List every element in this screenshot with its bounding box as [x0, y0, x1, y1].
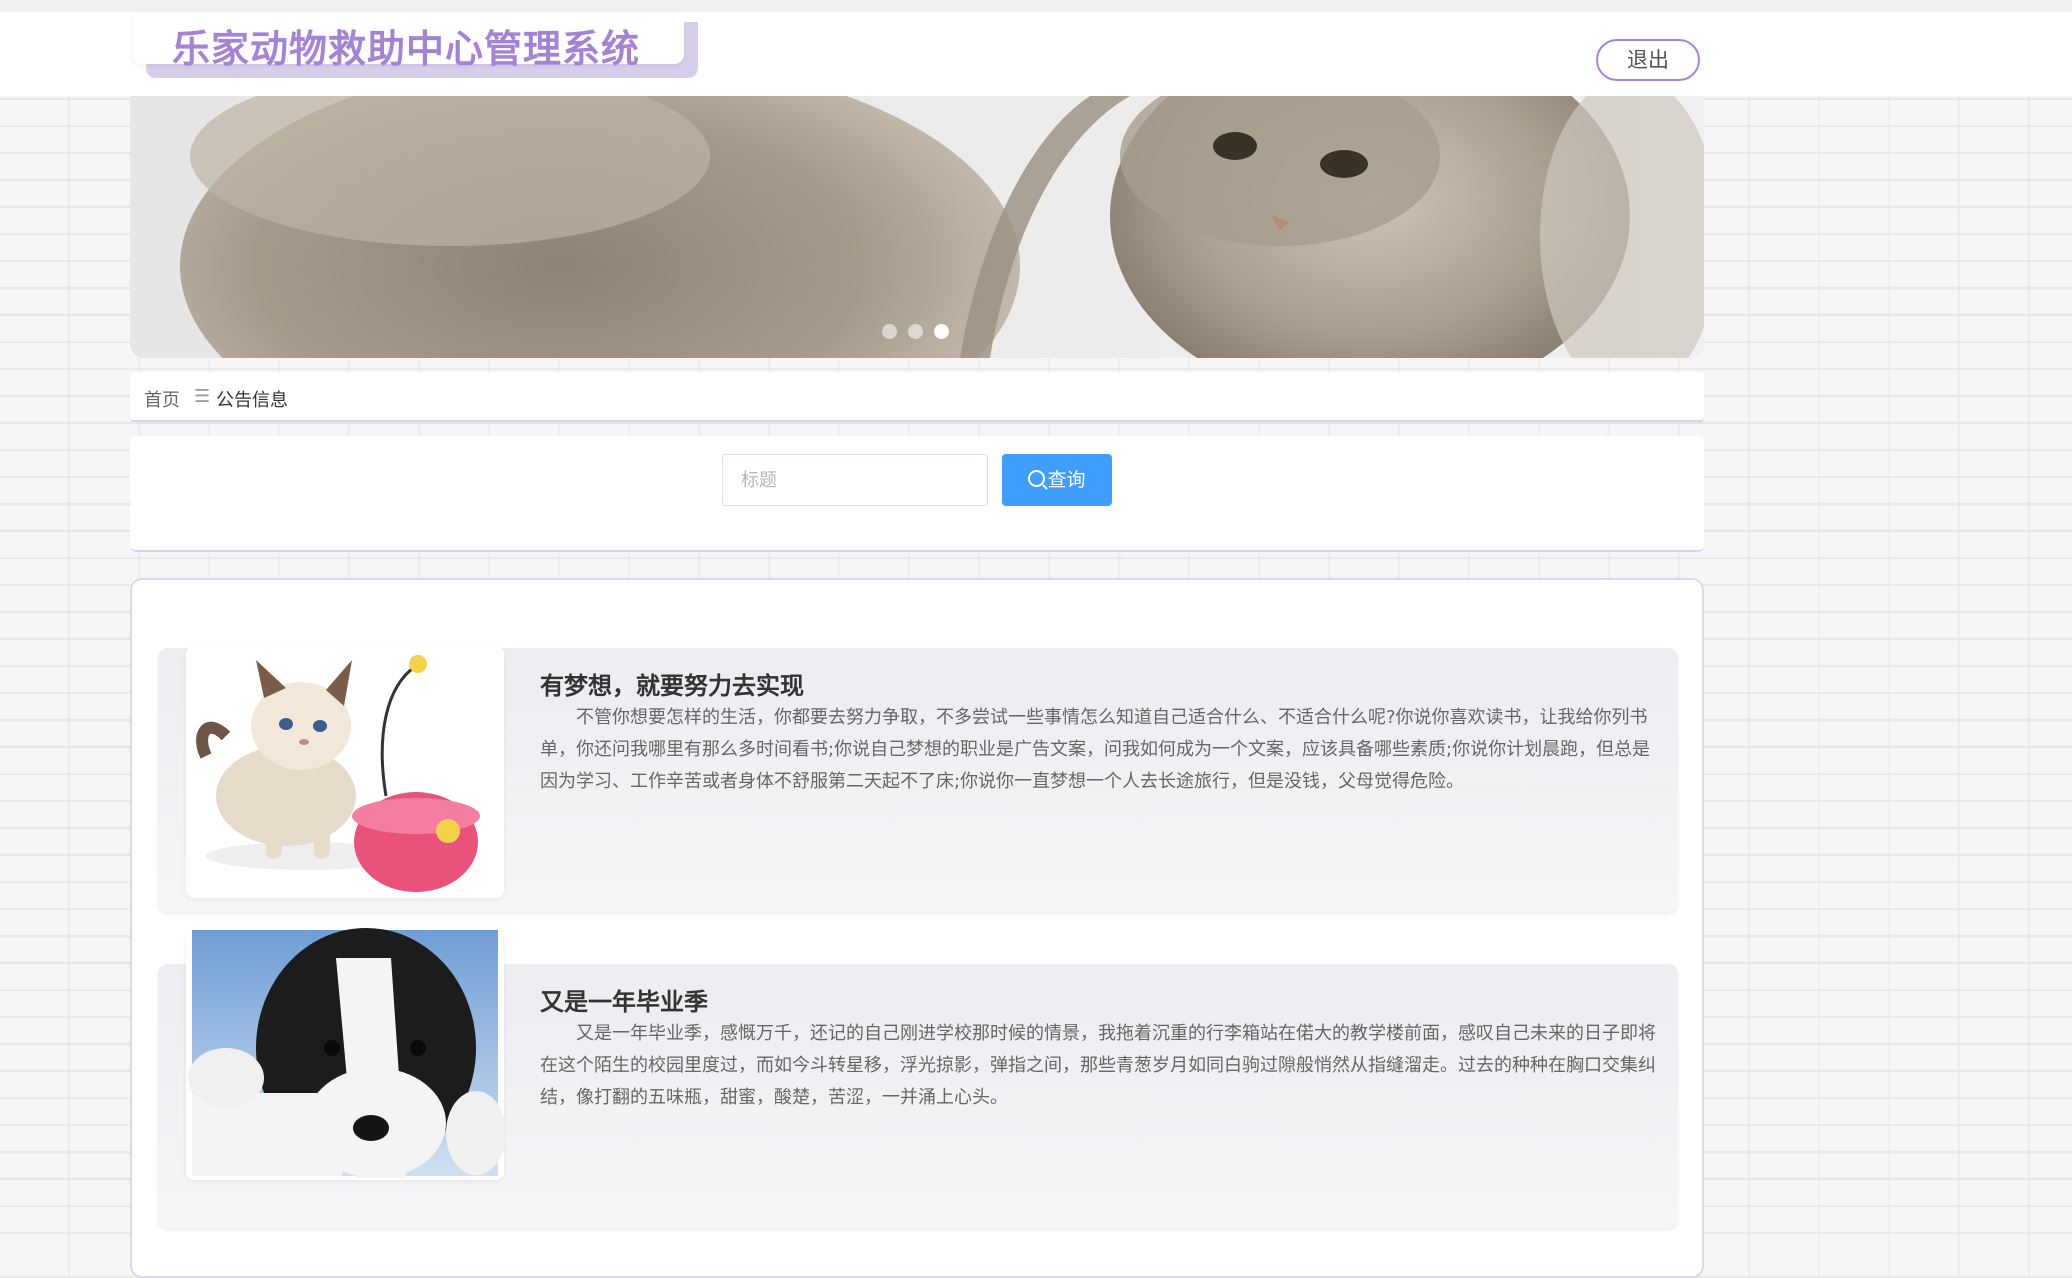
notice-item[interactable]: 有梦想，就要努力去实现 不管你想要怎样的生活，你都要去努力争取，不多尝试一些事情…: [158, 646, 1678, 912]
search-button-label: 查询: [1047, 469, 1086, 491]
notice-thumbnail-puppy[interactable]: [186, 928, 504, 1180]
carousel-dot-2[interactable]: [908, 324, 923, 339]
system-title: 乐家动物救助中心管理系统: [172, 27, 641, 71]
carousel-dot-1[interactable]: [882, 324, 897, 339]
breadcrumb-current: 公告信息: [216, 390, 288, 411]
logout-button[interactable]: 退出: [1596, 39, 1700, 81]
notice-title[interactable]: 有梦想，就要努力去实现: [540, 666, 804, 701]
carousel-dots: [882, 324, 960, 340]
search-button[interactable]: 查询: [1002, 454, 1112, 506]
top-header: 乐家动物救助中心管理系统 退出: [0, 0, 2072, 96]
notice-thumbnail-kitten[interactable]: [186, 646, 504, 898]
notice-item[interactable]: 又是一年毕业季 又是一年毕业季，感慨万千，还记的自己刚进学校那时候的情景，我拖着…: [158, 928, 1678, 1228]
logo: 乐家动物救助中心管理系统: [132, 12, 698, 78]
search-icon: [1028, 470, 1046, 487]
breadcrumb-separator-icon: ☰: [194, 386, 211, 407]
search-panel: 查询: [130, 436, 1704, 552]
notice-title[interactable]: 又是一年毕业季: [540, 982, 708, 1017]
black-white-puppy-image: [186, 928, 504, 1180]
breadcrumb-home-link[interactable]: 首页: [144, 386, 180, 412]
banner-carousel[interactable]: [130, 96, 1704, 358]
title-search-input[interactable]: [722, 454, 988, 506]
banner-cats-image: [130, 96, 1704, 358]
breadcrumb: 首页 ☰ 公告信息: [130, 372, 1704, 422]
notice-content: 又是一年毕业季，感慨万千，还记的自己刚进学校那时候的情景，我拖着沉重的行李箱站在…: [540, 1023, 1656, 1108]
notice-list: 有梦想，就要努力去实现 不管你想要怎样的生活，你都要去努力争取，不多尝试一些事情…: [130, 578, 1704, 1278]
kitten-with-toy-image: [186, 646, 504, 898]
notice-content: 不管你想要怎样的生活，你都要去努力争取，不多尝试一些事情怎么知道自己适合什么、不…: [540, 707, 1651, 792]
carousel-dot-3[interactable]: [934, 324, 949, 339]
